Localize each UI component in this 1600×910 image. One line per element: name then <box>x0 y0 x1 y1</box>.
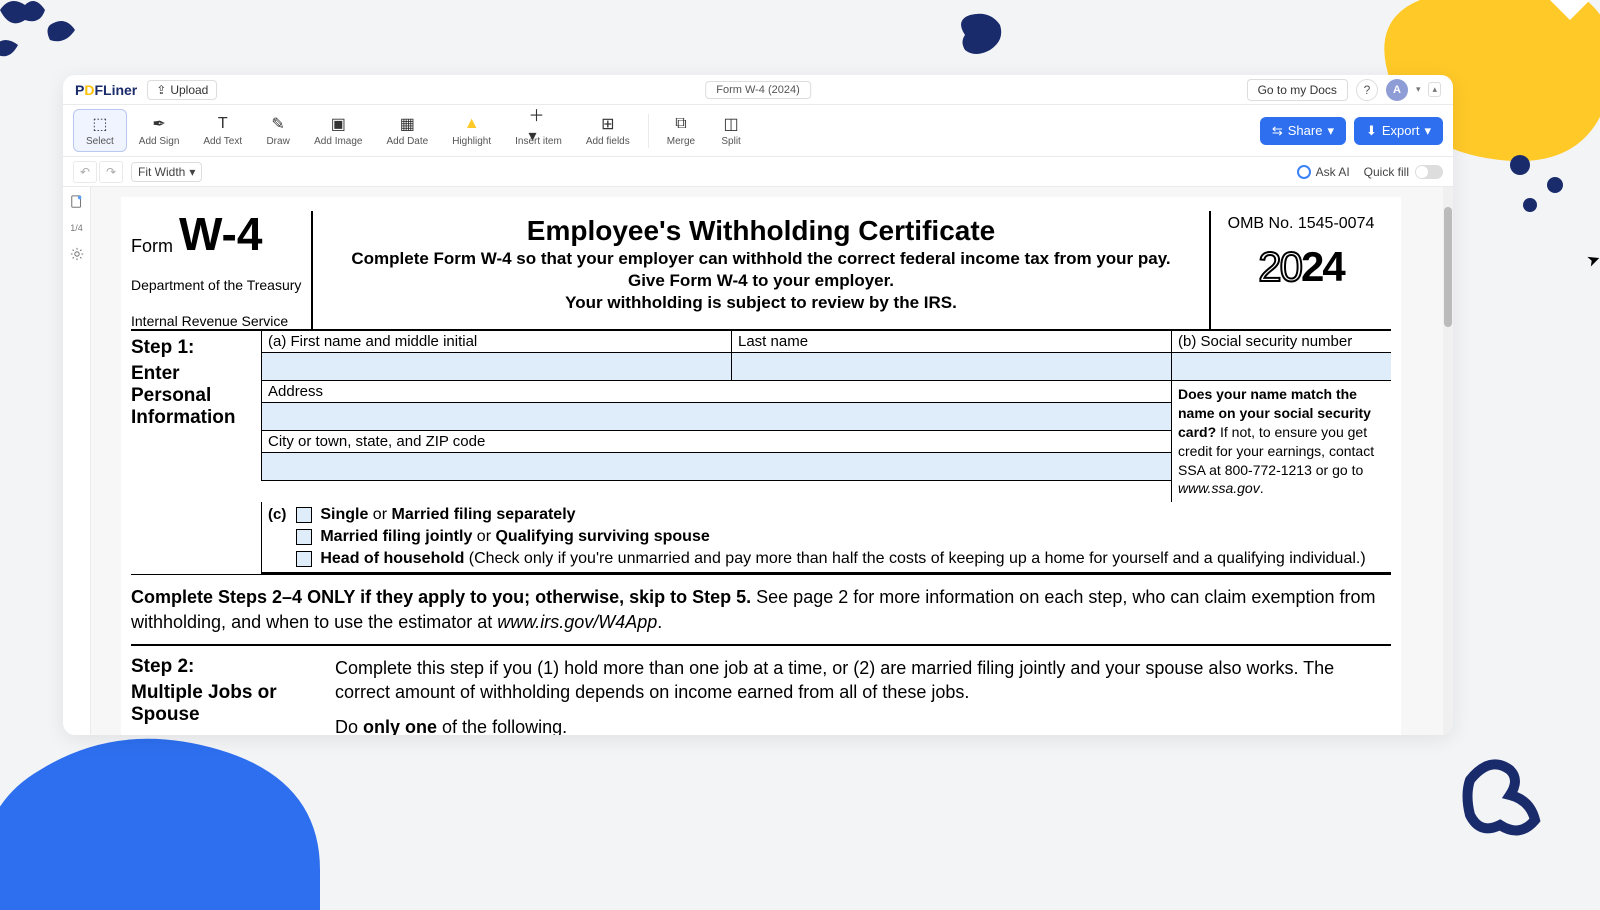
lastname-label: Last name <box>732 331 1171 352</box>
left-sidebar: 1/4 <box>63 187 91 735</box>
decorative-blob <box>950 10 1010 60</box>
add-date-tool[interactable]: ▦Add Date <box>375 110 441 151</box>
decorative-blob <box>1500 150 1580 270</box>
city-label: City or town, state, and ZIP code <box>262 431 1171 452</box>
omb-number: OMB No. 1545-0074 <box>1217 215 1385 233</box>
calendar-icon: ▦ <box>397 114 417 134</box>
zoom-select[interactable]: Fit Width▾ <box>131 162 202 182</box>
form-header: Form W-4 Department of the Treasury Inte… <box>131 211 1391 331</box>
toolbar-separator <box>648 114 649 148</box>
page-thumbnail-icon[interactable] <box>70 195 84 209</box>
form-title: Employee's Withholding Certificate <box>321 215 1201 247</box>
select-tool[interactable]: ⬚Select <box>73 109 127 152</box>
pdf-editor-window: PDFLiner ⇪ Upload Form W-4 (2024) Go to … <box>63 75 1453 735</box>
undo-button[interactable]: ↶ <box>73 161 97 183</box>
address-field[interactable] <box>262 402 1171 430</box>
merge-tool[interactable]: ⧉Merge <box>655 110 707 151</box>
document-viewport[interactable]: Form W-4 Department of the Treasury Inte… <box>91 187 1453 735</box>
upload-label: Upload <box>170 83 208 97</box>
chevron-down-icon: ▾ <box>1424 123 1431 139</box>
instruction-text: Complete Steps 2–4 ONLY if they apply to… <box>131 575 1391 646</box>
main-toolbar: ⬚Select ✒Add Sign TAdd Text ✎Draw ▣Add I… <box>63 105 1453 157</box>
insert-item-tool[interactable]: ＋▾Insert item <box>503 110 574 151</box>
cursor-icon: ➤ <box>1584 248 1600 271</box>
sign-icon: ✒ <box>149 114 169 134</box>
step2-section: Step 2: Multiple Jobs or Spouse Complete… <box>131 646 1391 735</box>
plus-icon: ＋▾ <box>528 114 548 134</box>
chevron-down-icon[interactable]: ▾ <box>1416 84 1421 95</box>
vertical-scrollbar[interactable] <box>1443 187 1453 735</box>
avatar[interactable]: A <box>1386 79 1408 101</box>
logo: PDFLiner <box>75 82 137 98</box>
gear-icon[interactable] <box>70 247 84 261</box>
chevron-down-icon: ▾ <box>1327 123 1334 139</box>
content-area: 1/4 Form W-4 Department of the Treasury … <box>63 187 1453 735</box>
decorative-blob <box>0 0 100 80</box>
chevron-down-icon: ▾ <box>189 165 195 179</box>
merge-icon: ⧉ <box>671 114 691 134</box>
checkbox-head-household[interactable] <box>296 551 312 567</box>
document-title[interactable]: Form W-4 (2024) <box>705 81 811 99</box>
goto-docs-button[interactable]: Go to my Docs <box>1247 79 1348 101</box>
ask-ai-button[interactable]: Ask AI <box>1297 165 1350 179</box>
decorative-blob <box>1460 750 1560 840</box>
upload-button[interactable]: ⇪ Upload <box>147 80 217 100</box>
redo-button[interactable]: ↷ <box>99 161 123 183</box>
add-image-tool[interactable]: ▣Add Image <box>302 110 374 151</box>
share-button[interactable]: ⇆Share▾ <box>1260 117 1346 145</box>
scroll-thumb[interactable] <box>1444 207 1452 327</box>
secondary-toolbar: ↶ ↷ Fit Width▾ Ask AI Quick fill <box>63 157 1453 187</box>
ai-icon <box>1297 165 1311 179</box>
checkbox-single[interactable] <box>296 507 312 523</box>
cursor-icon: ⬚ <box>90 114 110 134</box>
firstname-field[interactable] <box>262 352 731 380</box>
menu-caret-icon[interactable]: ▴ <box>1428 82 1441 97</box>
help-button[interactable]: ? <box>1356 79 1378 101</box>
quick-fill-toggle[interactable]: Quick fill <box>1364 165 1443 179</box>
highlight-tool[interactable]: ▲Highlight <box>440 110 503 151</box>
page-indicator: 1/4 <box>70 223 83 233</box>
text-icon: T <box>213 114 233 134</box>
city-field[interactable] <box>262 452 1171 480</box>
header-bar: PDFLiner ⇪ Upload Form W-4 (2024) Go to … <box>63 75 1453 105</box>
pencil-icon: ✎ <box>268 114 288 134</box>
ssn-label: (b) Social security number <box>1172 331 1391 352</box>
filing-status-section: (c) Single or Married filing separately … <box>261 502 1391 574</box>
decorative-blob <box>0 710 330 910</box>
export-button[interactable]: ⬇Export▾ <box>1354 117 1443 145</box>
image-icon: ▣ <box>328 114 348 134</box>
highlight-icon: ▲ <box>462 114 482 134</box>
add-fields-tool[interactable]: ⊞Add fields <box>574 110 642 151</box>
add-sign-tool[interactable]: ✒Add Sign <box>127 110 192 151</box>
add-text-tool[interactable]: TAdd Text <box>191 110 254 151</box>
document-page: Form W-4 Department of the Treasury Inte… <box>121 197 1401 735</box>
firstname-label: (a) First name and middle initial <box>262 331 731 352</box>
download-icon: ⬇ <box>1366 123 1377 139</box>
fields-icon: ⊞ <box>598 114 618 134</box>
draw-tool[interactable]: ✎Draw <box>254 110 302 151</box>
address-label: Address <box>262 381 1171 402</box>
upload-icon: ⇪ <box>156 83 166 97</box>
lastname-field[interactable] <box>732 352 1171 380</box>
ssn-match-note: Does your name match the name on your so… <box>1178 385 1385 498</box>
ssn-field[interactable] <box>1172 352 1391 380</box>
split-tool[interactable]: ◫Split <box>707 110 755 151</box>
step1-section: Step 1: Enter Personal Information (a) F… <box>131 331 1391 575</box>
share-icon: ⇆ <box>1272 123 1283 139</box>
toggle-switch[interactable] <box>1415 165 1443 179</box>
split-icon: ◫ <box>721 114 741 134</box>
checkbox-married-jointly[interactable] <box>296 529 312 545</box>
